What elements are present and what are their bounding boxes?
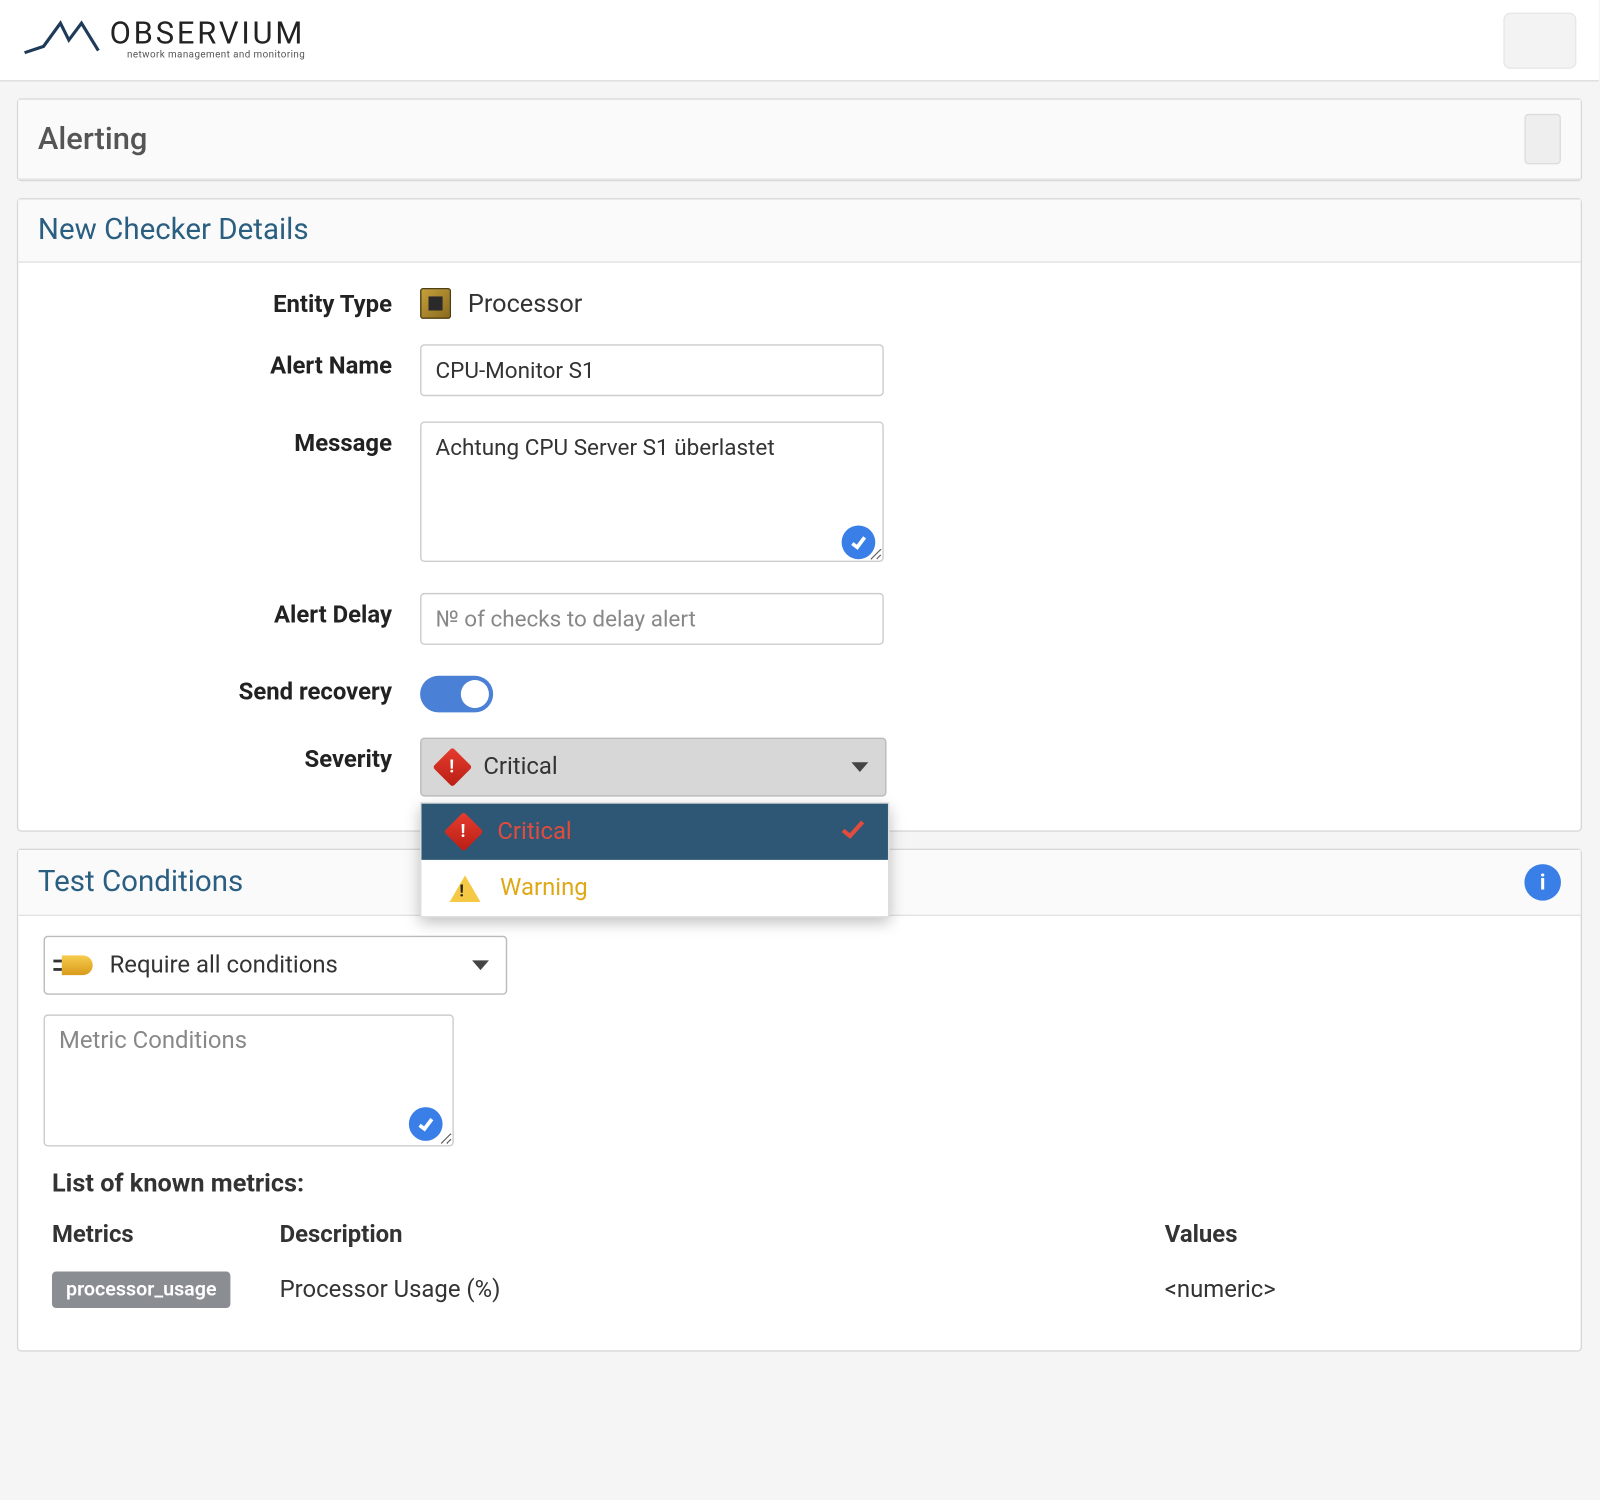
- metric-values: <numeric>: [1159, 1260, 1552, 1319]
- severity-selected-value: Critical: [483, 753, 557, 781]
- option-label: Critical: [497, 818, 571, 846]
- checker-details-panel: New Checker Details Entity Type Processo…: [17, 198, 1582, 832]
- alert-name-label: Alert Name: [44, 344, 421, 381]
- severity-select[interactable]: ! Critical: [420, 738, 886, 797]
- known-metrics-table: Metrics Description Values processor_usa…: [44, 1210, 1556, 1322]
- conditions-panel-title: Test Conditions: [38, 865, 243, 899]
- processor-icon: [420, 288, 451, 319]
- alert-delay-label: Alert Delay: [44, 593, 421, 630]
- nav-menu-button[interactable]: [1503, 12, 1576, 68]
- page-title: Alerting: [38, 122, 148, 157]
- col-values: Values: [1159, 1213, 1552, 1258]
- known-metrics-title: List of known metrics:: [52, 1169, 1555, 1199]
- chevron-down-icon: [851, 762, 868, 772]
- chevron-down-icon: [472, 960, 489, 970]
- metric-description: Processor Usage (%): [274, 1260, 1156, 1319]
- brand-name: OBSERVIUM: [110, 20, 306, 51]
- message-label: Message: [44, 422, 421, 459]
- table-row: processor_usage Processor Usage (%) <num…: [46, 1260, 1552, 1319]
- alert-delay-input[interactable]: [420, 593, 884, 645]
- option-label: Warning: [500, 874, 588, 902]
- brand-tagline: network management and monitoring: [127, 51, 305, 61]
- checker-panel-title: New Checker Details: [38, 214, 309, 248]
- entity-type-label: Entity Type: [44, 282, 421, 319]
- message-textarea[interactable]: Achtung CPU Server S1 überlastet: [420, 422, 884, 563]
- checkmark-icon: [840, 818, 865, 846]
- checkmark-icon: [842, 525, 876, 559]
- panel-drag-handle[interactable]: [1524, 114, 1561, 165]
- logo-icon: [22, 12, 106, 68]
- send-recovery-label: Send recovery: [44, 670, 421, 707]
- info-icon[interactable]: i: [1524, 864, 1561, 901]
- send-recovery-toggle[interactable]: [420, 676, 493, 713]
- critical-icon: !: [444, 812, 484, 852]
- severity-label: Severity: [44, 738, 421, 775]
- conditions-mode-value: Require all conditions: [110, 951, 338, 979]
- metric-conditions-textarea[interactable]: [44, 1014, 454, 1146]
- entity-type-value: Processor: [468, 289, 582, 319]
- severity-option-critical[interactable]: ! Critical: [422, 804, 888, 860]
- severity-option-warning[interactable]: ! Warning: [422, 860, 888, 916]
- severity-dropdown: ! Critical ! Warning: [420, 802, 889, 917]
- plug-icon: [62, 955, 93, 975]
- col-metrics: Metrics: [46, 1213, 271, 1258]
- test-conditions-panel: Test Conditions i Require all conditions…: [17, 849, 1582, 1352]
- metric-chip[interactable]: processor_usage: [52, 1272, 231, 1309]
- page-header-panel: Alerting: [17, 98, 1582, 181]
- col-description: Description: [274, 1213, 1156, 1258]
- warning-icon: !: [450, 875, 481, 902]
- critical-icon: !: [433, 747, 473, 787]
- alert-name-input[interactable]: [420, 344, 884, 396]
- checkmark-icon: [409, 1107, 443, 1141]
- logo: OBSERVIUM network management and monitor…: [22, 12, 305, 68]
- conditions-mode-select[interactable]: Require all conditions: [44, 936, 508, 995]
- navbar: OBSERVIUM network management and monitor…: [0, 0, 1599, 81]
